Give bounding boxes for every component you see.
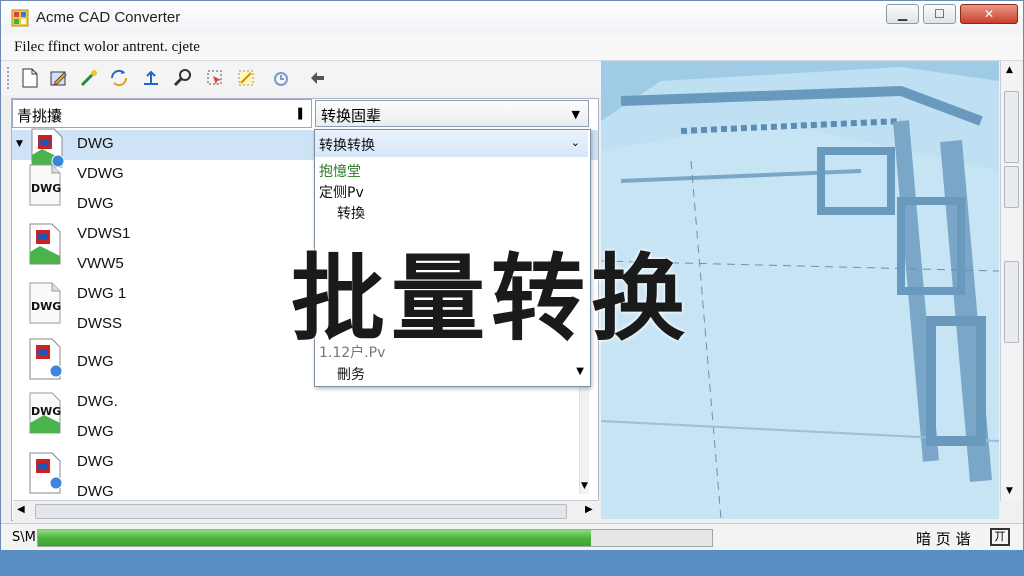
select-icon[interactable]: [204, 67, 226, 89]
status-bar: S\M 暗 页 谐 丌: [1, 523, 1023, 552]
list-item[interactable]: DWG: [12, 448, 598, 478]
back-arrow-icon[interactable]: [306, 67, 328, 89]
toolbar-grip[interactable]: [7, 67, 12, 89]
file-name: DWG.: [77, 393, 118, 410]
batch-icon[interactable]: [140, 67, 162, 89]
scroll-thumb[interactable]: [1004, 91, 1019, 163]
menu-bar: Filec ffinct wolor antrent. cjete: [1, 34, 1023, 61]
progress-fill: [38, 530, 591, 546]
scroll-thumb[interactable]: [1004, 261, 1019, 343]
dropdown-option[interactable]: 转換: [337, 203, 365, 223]
dropdown-selected-label: 转换转换: [319, 138, 375, 154]
scroll-thumb[interactable]: [35, 504, 567, 519]
chevron-right-icon[interactable]: ▶: [585, 504, 593, 515]
status-text: 暗 页 谐: [916, 530, 971, 548]
expand-icon[interactable]: ▼: [16, 139, 23, 149]
file-name: DWG: [77, 353, 114, 370]
preview-scrollbar[interactable]: ▲ ▼: [1000, 61, 1021, 501]
file-name: VWW5: [77, 255, 124, 272]
horizontal-scrollbar[interactable]: ◀ ▶: [13, 500, 599, 521]
file-name: DWG: [77, 423, 114, 440]
close-button[interactable]: ✕: [960, 4, 1018, 24]
chevron-down-icon: ▌: [298, 109, 306, 120]
title-bar[interactable]: Acme CAD Converter ▁ ☐ ✕: [1, 1, 1023, 34]
file-name: DWG: [77, 195, 114, 212]
chevron-down-icon: ▼: [571, 108, 580, 121]
history-icon[interactable]: [269, 67, 291, 89]
combo-value: 转换固辈: [321, 107, 382, 125]
chevron-down-icon: ⌄: [570, 136, 580, 149]
chevron-left-icon[interactable]: ◀: [17, 504, 25, 515]
list-item[interactable]: DWG: [12, 418, 598, 448]
filter-value: 青挑攮: [17, 107, 63, 125]
chevron-down-icon[interactable]: ▼: [576, 366, 584, 377]
minimize-button[interactable]: ▁: [886, 4, 919, 24]
file-name: VDWS1: [77, 225, 131, 242]
file-name: DWG: [77, 483, 114, 500]
file-name: VDWG: [77, 165, 124, 182]
file-name: DWSS: [77, 315, 122, 332]
wand-icon[interactable]: [78, 67, 100, 89]
maximize-button[interactable]: ☐: [923, 4, 956, 24]
new-file-icon[interactable]: [19, 67, 41, 89]
chevron-up-icon[interactable]: ▲: [1006, 65, 1013, 75]
window-title: Acme CAD Converter: [36, 9, 181, 26]
list-item[interactable]: DWG.: [12, 388, 598, 418]
status-label: S\M: [12, 530, 36, 545]
chevron-down-icon[interactable]: ▼: [581, 481, 588, 491]
dropdown-option[interactable]: 刪务: [337, 364, 365, 384]
magic-icon[interactable]: [235, 67, 257, 89]
dwg-file-icon: [29, 338, 63, 380]
edit-icon[interactable]: [48, 67, 70, 89]
app-window: Acme CAD Converter ▁ ☐ ✕ Filec ffinct wo…: [0, 0, 1024, 576]
dropdown-option[interactable]: 定侧Pv: [319, 182, 364, 202]
file-name: DWG 1: [77, 285, 127, 302]
menu-items[interactable]: Filec ffinct wolor antrent. cjete: [14, 39, 200, 56]
zoom-icon[interactable]: [172, 67, 194, 89]
status-grid-icon[interactable]: 丌: [990, 528, 1010, 546]
conversion-progress: [37, 529, 713, 547]
dropdown-selected[interactable]: 转换转换 ⌄: [315, 130, 588, 157]
dropdown-option[interactable]: 抱憶堂: [319, 161, 361, 181]
file-name: DWG: [77, 453, 114, 470]
file-name: DWG: [77, 135, 114, 152]
conversion-combo[interactable]: 转换固辈 ▼: [315, 100, 589, 127]
desktop-background: [0, 550, 1024, 576]
convert-icon[interactable]: [108, 67, 130, 89]
app-icon: [11, 9, 29, 27]
chevron-down-icon[interactable]: ▼: [1006, 486, 1013, 496]
svg-text:DWG: DWG: [31, 405, 61, 418]
filter-dropdown[interactable]: 青挑攮 ▌: [12, 99, 312, 128]
overlay-caption: 批量转换: [291, 245, 692, 354]
scroll-thumb[interactable]: [1004, 166, 1019, 208]
